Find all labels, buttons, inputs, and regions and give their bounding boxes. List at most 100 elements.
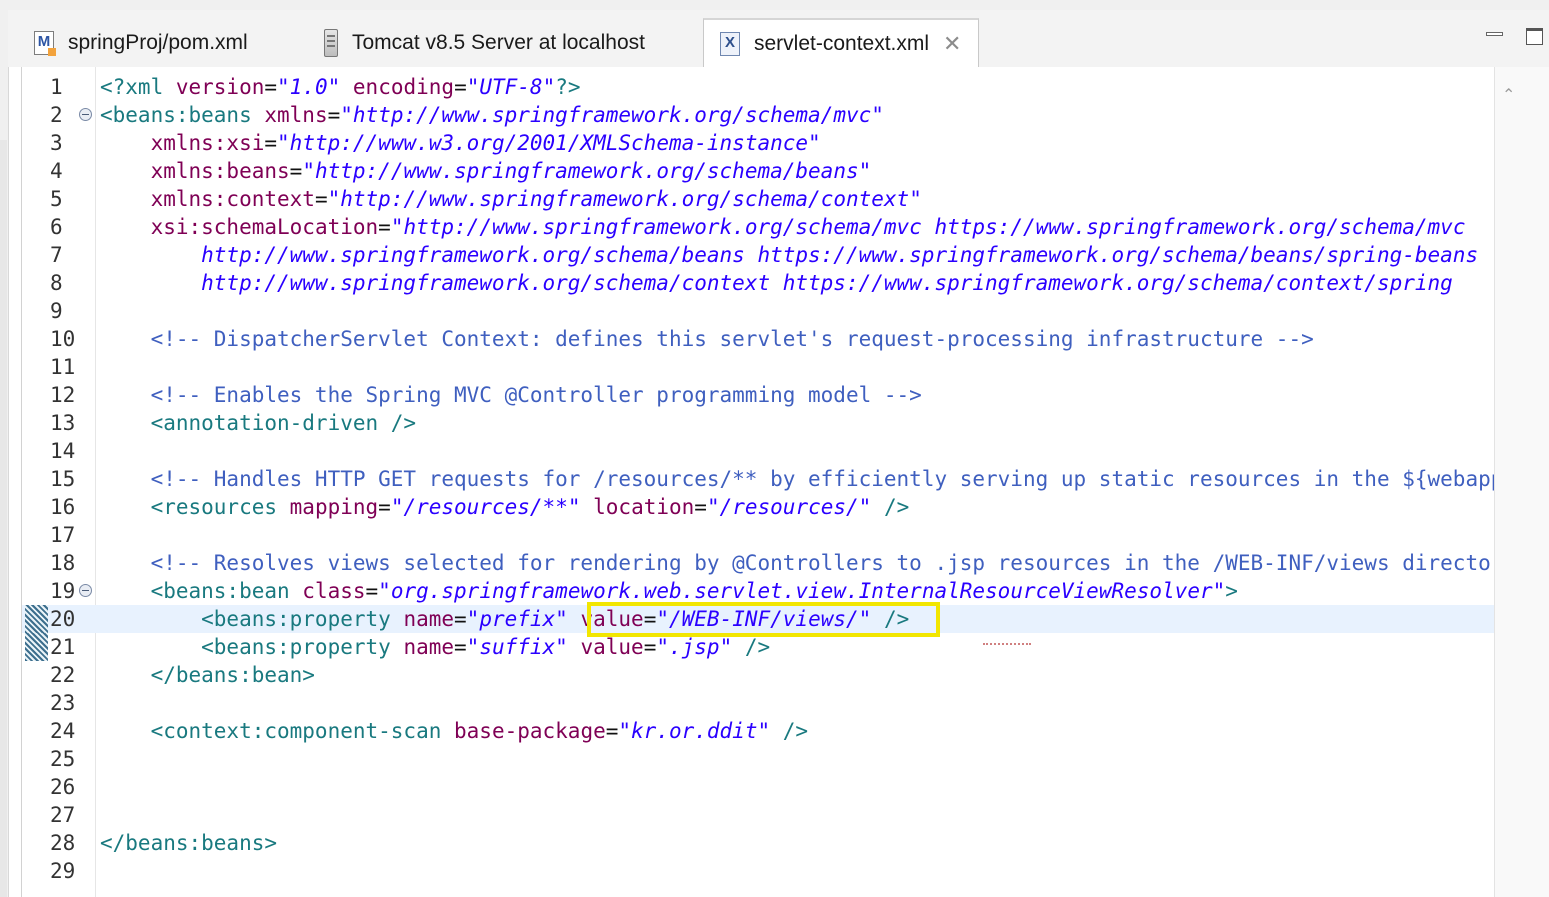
code-text: <beans:property name="suffix" value=".js… (100, 635, 771, 659)
code-text: </beans:bean> (100, 663, 315, 687)
line-number: 2 (50, 103, 63, 127)
code-line[interactable]: 14 (22, 437, 1495, 465)
tab-pom-xml[interactable]: M springProj/pom.xml (34, 18, 248, 67)
code-line[interactable]: 24 <context:component-scan base-package=… (22, 717, 1495, 745)
code-text: <!-- DispatcherServlet Context: defines … (100, 327, 1314, 351)
code-line[interactable]: 27 (22, 801, 1495, 829)
code-text: xsi:schemaLocation="http://www.springfra… (150, 215, 1466, 239)
tab-servlet-context-xml[interactable]: X servlet-context.xml ✕ (703, 18, 979, 67)
line-number: 22 (50, 663, 76, 687)
line-number: 8 (50, 271, 63, 295)
code-line[interactable]: 6 xsi:schemaLocation="http://www.springf… (22, 213, 1495, 241)
maven-pom-icon: M (34, 30, 56, 56)
highlight-annotation-box (587, 602, 940, 637)
code-text: <!-- Resolves views selected for renderi… (100, 551, 1549, 575)
code-text: http://www.springframework.org/schema/be… (100, 243, 1479, 267)
line-number: 26 (50, 775, 76, 799)
code-line[interactable]: 15 <!-- Handles HTTP GET requests for /r… (22, 465, 1549, 493)
code-line[interactable]: 17 (22, 521, 1495, 549)
line-number: 3 (50, 131, 63, 155)
code-text: <beans:beans xmlns="http://www.springfra… (100, 103, 884, 127)
line-number: 4 (50, 159, 63, 183)
xml-editor[interactable]: 1 <?xml version="1.0" encoding="UTF-8"?> 2… (21, 67, 1549, 897)
code-line[interactable]: 29 (22, 857, 1495, 885)
code-line[interactable]: 1 <?xml version="1.0" encoding="UTF-8"?> (22, 73, 1495, 101)
code-text: xmlns:beans="http://www.springframework.… (150, 159, 872, 183)
code-line[interactable]: 19 <beans:bean class="org.springframewor… (22, 577, 1495, 605)
minimize-editor-button[interactable] (1486, 32, 1503, 36)
scroll-up-icon[interactable]: ⌃ (1502, 85, 1515, 105)
line-number: 23 (50, 691, 76, 715)
code-text: <resources mapping="/resources/**" locat… (100, 495, 910, 519)
code-text: <annotation-driven /> (100, 411, 417, 435)
code-line[interactable]: 4 xmlns:beans="http://www.springframewor… (22, 157, 1495, 185)
line-number: 11 (50, 355, 76, 379)
change-marker (25, 633, 48, 661)
code-line[interactable]: 2 <beans:beans xmlns="http://www.springfr… (22, 101, 1495, 129)
line-number: 14 (50, 439, 76, 463)
maximize-editor-button[interactable] (1526, 28, 1543, 45)
line-number: 15 (50, 467, 76, 491)
code-text: xmlns:xsi="http://www.w3.org/2001/XMLSch… (150, 131, 821, 155)
code-line[interactable]: 3 xmlns:xsi="http://www.w3.org/2001/XMLS… (22, 129, 1495, 157)
code-line[interactable]: 28 </beans:beans> (22, 829, 1495, 857)
vertical-scrollbar[interactable]: ⌃ (1494, 67, 1549, 897)
collapse-fold-icon[interactable] (79, 584, 92, 597)
line-number: 20 (50, 607, 76, 631)
line-number: 19 (50, 579, 76, 603)
code-text: <context:component-scan base-package="kr… (100, 719, 809, 743)
line-number: 18 (50, 551, 76, 575)
code-line[interactable]: 16 <resources mapping="/resources/**" lo… (22, 493, 1495, 521)
code-line[interactable]: 12 <!-- Enables the Spring MVC @Controll… (22, 381, 1495, 409)
line-number: 6 (50, 215, 63, 239)
line-number: 21 (50, 635, 76, 659)
line-number: 7 (50, 243, 63, 267)
tab-tomcat-server[interactable]: Tomcat v8.5 Server at localhost (324, 18, 645, 67)
code-line[interactable]: 26 (22, 773, 1495, 801)
code-line[interactable]: 11 (22, 353, 1495, 381)
editor-tab-bar: M springProj/pom.xml Tomcat v8.5 Server … (8, 0, 1549, 67)
code-line[interactable]: 5 xmlns:context="http://www.springframew… (22, 185, 1495, 213)
code-line[interactable]: 8 http://www.springframework.org/schema/… (22, 269, 1495, 297)
code-line[interactable]: 7 http://www.springframework.org/schema/… (22, 241, 1495, 269)
line-number: 29 (50, 859, 76, 883)
line-number: 28 (50, 831, 76, 855)
left-panel-selection (0, 140, 7, 897)
line-number: 5 (50, 187, 63, 211)
line-number: 17 (50, 523, 76, 547)
server-icon (324, 28, 338, 57)
line-number: 24 (50, 719, 76, 743)
code-text: <beans:bean class="org.springframework.w… (100, 579, 1238, 603)
line-number: 10 (50, 327, 76, 351)
close-tab-icon[interactable]: ✕ (943, 32, 961, 55)
code-line[interactable]: 9 (22, 297, 1495, 325)
code-text: xmlns:context="http://www.springframewor… (150, 187, 922, 211)
xml-file-icon: X (720, 31, 740, 56)
line-number: 12 (50, 383, 76, 407)
tab-label: Tomcat v8.5 Server at localhost (352, 30, 645, 54)
tab-label: servlet-context.xml (754, 31, 930, 55)
line-number: 25 (50, 747, 76, 771)
code-line[interactable]: 25 (22, 745, 1495, 773)
code-text: http://www.springframework.org/schema/co… (100, 271, 1453, 295)
line-number: 9 (50, 299, 63, 323)
line-number: 13 (50, 411, 76, 435)
line-number: 16 (50, 495, 76, 519)
code-text: <!-- Enables the Spring MVC @Controller … (100, 383, 922, 407)
change-marker (25, 605, 48, 633)
tab-label: springProj/pom.xml (68, 30, 248, 54)
code-line[interactable]: 18 <!-- Resolves views selected for rend… (22, 549, 1549, 577)
code-text: <!-- Handles HTTP GET requests for /reso… (100, 467, 1549, 491)
code-line[interactable]: 13 <annotation-driven /> (22, 409, 1495, 437)
line-number: 1 (50, 75, 63, 99)
code-line[interactable]: 10 <!-- DispatcherServlet Context: defin… (22, 325, 1495, 353)
code-text: <?xml version="1.0" encoding="UTF-8"?> (100, 75, 581, 99)
code-line[interactable]: 21 <beans:property name="suffix" value="… (22, 633, 1495, 661)
code-line[interactable]: 22 </beans:bean> (22, 661, 1495, 689)
code-text: </beans:beans> (100, 831, 278, 855)
line-number: 27 (50, 803, 76, 827)
left-panel-edge (0, 0, 9, 897)
tab-bar-top-edge (8, 0, 1549, 10)
code-line[interactable]: 23 (22, 689, 1495, 717)
collapse-fold-icon[interactable] (79, 108, 92, 121)
